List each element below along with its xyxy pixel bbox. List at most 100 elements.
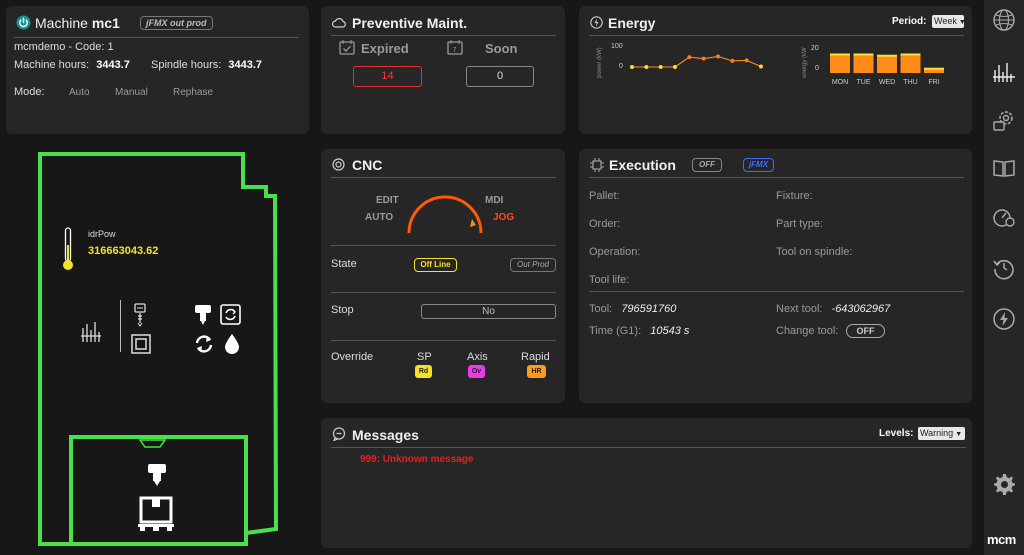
cnc-edit: EDIT [376, 195, 399, 206]
power-series-line [632, 55, 762, 68]
execution-title: Execution [609, 157, 676, 173]
power-point [730, 58, 735, 63]
machine-panel: Machine mc1 jFMX out prod mcmdemo - Code… [6, 6, 309, 134]
sidebar: mcm [984, 0, 1024, 555]
power-point [644, 65, 649, 69]
settings-gear-icon[interactable] [992, 472, 1016, 496]
expired-count-button[interactable]: 14 [353, 66, 422, 87]
svg-text:7: 7 [453, 47, 457, 54]
period-select[interactable]: Week ▼ [932, 15, 966, 28]
calendar-check-icon [339, 40, 355, 55]
equalizer-nav-icon[interactable] [992, 60, 1016, 84]
book-icon[interactable] [992, 156, 1016, 180]
pallet-icon[interactable] [137, 496, 175, 532]
sp-label: SP [417, 351, 432, 363]
energy-bar [877, 54, 897, 73]
stop-value-field[interactable]: No [421, 304, 556, 319]
mode-auto-button[interactable]: Auto [69, 87, 90, 98]
energy-title: Energy [608, 15, 656, 31]
cloud-icon [332, 18, 346, 28]
change-tool-label: Change tool: [776, 325, 839, 337]
machine-name: mc1 [91, 15, 120, 31]
power-icon[interactable] [16, 15, 31, 30]
expired-label: Expired [361, 41, 409, 56]
refresh-icon[interactable] [193, 333, 215, 355]
mode-rephase-button[interactable]: Rephase [173, 87, 213, 98]
spindle-hours-label: Spindle hours: [151, 59, 222, 71]
energy-bar [853, 53, 874, 73]
energy-bar [830, 53, 850, 73]
power-axis-label: power (kW) [597, 47, 603, 78]
change-tool-toggle[interactable]: OFF [846, 324, 885, 338]
execution-off-badge: OFF [692, 158, 722, 172]
history-icon[interactable] [992, 256, 1016, 280]
fixture-square-icon[interactable] [131, 334, 151, 354]
lightning-icon[interactable] [992, 307, 1016, 331]
tool-value: 796591760 [621, 303, 677, 315]
energy-bar-cap [877, 54, 897, 57]
period-label: Period: [892, 16, 927, 27]
power-point [673, 65, 677, 69]
soon-count-button[interactable]: 0 [466, 66, 534, 87]
energy-bar-cap [830, 53, 850, 56]
override-label: Override [331, 351, 374, 363]
messages-title: Messages [352, 427, 419, 443]
coolant-drop-icon[interactable] [224, 333, 240, 355]
power-point [687, 55, 692, 60]
spindle-icon[interactable] [194, 304, 212, 326]
rapid-label: Rapid [521, 351, 550, 363]
energy-tick-20: 20 [811, 45, 819, 52]
spindle-small-icon[interactable] [132, 303, 148, 327]
message-icon [332, 427, 346, 441]
sensor-value: 316663043.62 [88, 245, 159, 257]
power-line-chart: power (kW) 100 0 [597, 43, 763, 78]
power-point [716, 54, 720, 59]
cnc-mdi: MDI [485, 195, 504, 206]
mode-label: Mode: [14, 86, 45, 98]
energy-bar-cap [924, 67, 944, 70]
state-label: State [331, 258, 357, 270]
tool-on-spindle-label: Tool on spindle: [776, 246, 853, 258]
time-value: 10543 s [650, 325, 690, 337]
cnc-jog: JOG [493, 212, 515, 223]
energy-day-label: MON [832, 79, 848, 86]
power-tick-0: 0 [619, 63, 623, 70]
energy-axis-label: energy (kW [802, 47, 808, 78]
cnc-title: CNC [352, 157, 383, 173]
levels-select[interactable]: Warning ▼ [918, 427, 965, 440]
cnc-panel: CNC EDIT AUTO MDI JOG State Off Line Out… [321, 149, 565, 403]
stop-label: Stop [331, 304, 354, 316]
calendar-seven-icon: 7 [447, 40, 463, 55]
energy-bar-chart: energy (kW 20 0 MON TUE WED THU FRI [802, 45, 944, 86]
cnc-auto: AUTO [365, 212, 394, 223]
tool-change-icon[interactable] [220, 304, 241, 325]
levels-label: Levels: [879, 428, 914, 439]
execution-jfmx-badge: jFMX [743, 158, 774, 172]
energy-day-label: FRI [928, 79, 939, 86]
gear-machine-icon[interactable] [992, 108, 1016, 132]
fixture-label: Fixture: [776, 190, 813, 202]
energy-bar [900, 53, 921, 73]
equalizer-icon[interactable] [80, 320, 102, 344]
thermometer-icon [63, 227, 73, 270]
spindle-hours-value: 3443.7 [228, 59, 263, 71]
mcm-logo: mcm [987, 532, 1016, 547]
out-prod-badge: Out Prod [510, 258, 556, 272]
execution-icon [590, 158, 604, 172]
machine-hours-label: Machine hours: [14, 59, 90, 71]
dashboard-gauge-icon[interactable] [992, 205, 1016, 229]
mode-manual-button[interactable]: Manual [115, 87, 148, 98]
axis-badge: Ov [468, 365, 485, 378]
machine-prod-badge: jFMX out prod [140, 16, 213, 30]
chevron-down-icon: ▼ [955, 431, 963, 438]
sensor-name: idrPow [88, 229, 116, 239]
machine-code: mcmdemo - Code: 1 [14, 41, 114, 53]
next-tool-label: Next tool: [776, 303, 823, 315]
globe-icon[interactable] [992, 8, 1016, 32]
soon-label: Soon [485, 41, 518, 56]
rapid-badge: HR [527, 365, 546, 378]
levels-value: Warning [920, 428, 954, 438]
preventive-title: Preventive Maint. [352, 15, 468, 31]
target-icon [332, 158, 345, 171]
spindle-bottom-icon[interactable] [147, 463, 167, 487]
